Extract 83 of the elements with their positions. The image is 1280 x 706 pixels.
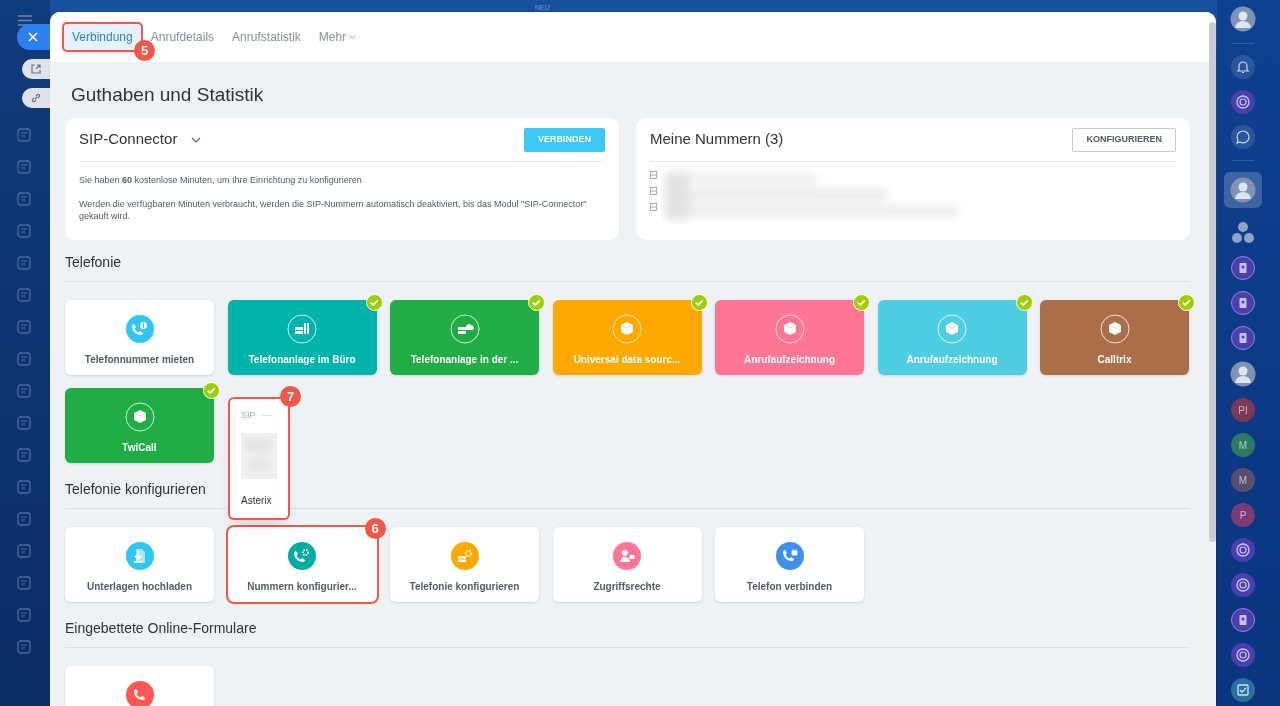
tile-label: Telefonanlage im Büro: [248, 353, 356, 367]
connector-tile[interactable]: Telefonanlage im Büro: [227, 300, 377, 375]
app-icon[interactable]: [17, 128, 31, 142]
app-icon[interactable]: [17, 256, 31, 270]
connector-tile[interactable]: Zugriffsrechte: [552, 527, 702, 602]
server-icon: [287, 314, 317, 344]
connector-tile[interactable]: Telefonie konfigurieren: [390, 527, 539, 602]
sim-icon: [650, 171, 657, 179]
app-icon[interactable]: [17, 512, 31, 526]
app-icon[interactable]: [17, 352, 31, 366]
app-icon[interactable]: [17, 608, 31, 622]
page-title: Guthaben und Statistik: [70, 83, 265, 107]
app-icon[interactable]: [17, 384, 31, 398]
card-title: Meine Nummern (3): [650, 129, 784, 150]
tile-label: Telefonie konfigurieren: [409, 580, 520, 594]
sim-icon: [650, 203, 657, 211]
contact-book-icon[interactable]: [1231, 256, 1255, 280]
app-icon[interactable]: [17, 320, 31, 334]
tab[interactable]: Mehr: [310, 24, 365, 50]
tile-label: Anrufaufzeichnung: [743, 353, 836, 367]
tile-label: Telefonanlage in der ...: [410, 353, 519, 367]
scrollbar[interactable]: [1209, 22, 1216, 542]
connector-tile[interactable]: Telefon verbinden: [715, 527, 864, 602]
popup-title: SIP: [241, 409, 256, 422]
step-badge: 5: [134, 40, 155, 61]
contact-book-icon[interactable]: [1231, 326, 1255, 350]
app-icon[interactable]: [17, 160, 31, 174]
tile-label: Calltrix: [1097, 353, 1132, 367]
connector-tile[interactable]: TwiCall: [65, 388, 214, 463]
step-badge: 6: [364, 518, 386, 539]
chevron-down-icon[interactable]: [191, 136, 202, 143]
info-text: Werden die verfügbaren Minuten verbraucht, werden die SIP-Nummern automatisch deaktiviert, bis das Modul "SIP-Connector" gekauft wird.: [79, 197, 588, 222]
cloud-server-icon: [449, 314, 480, 344]
link-icon: [31, 93, 41, 103]
tile-label: Telefon verbinden: [746, 580, 833, 594]
connector-tile[interactable]: Calltrix: [1040, 300, 1189, 375]
cube-icon: [937, 314, 967, 344]
info-text: Sie haben 60 kostenlose Minuten, um Ihre Einrichtung zu konfigurieren: [79, 174, 363, 187]
tile-label: Nummern konfigurier...: [247, 580, 357, 594]
cube-icon: [774, 314, 805, 344]
app-icon[interactable]: [17, 224, 31, 238]
close-icon: [28, 32, 38, 42]
section-heading: Telefonie: [65, 253, 123, 272]
app-icon[interactable]: [17, 544, 31, 558]
contact-book-icon[interactable]: [1231, 608, 1255, 632]
tile-label: Telefonnummer mieten: [84, 353, 195, 367]
tab[interactable]: Verbindung: [64, 24, 141, 50]
connector-tile[interactable]: Telefonanlage in der ...: [390, 300, 539, 375]
tile-label: TwiCall: [122, 441, 157, 455]
tab[interactable]: Anrufstatistik: [224, 24, 309, 50]
app-icon[interactable]: [17, 448, 31, 462]
open-in-new-window-button[interactable]: [22, 59, 50, 79]
tile-label: Anrufaufzeichnung: [906, 353, 998, 367]
cube-icon: [1099, 314, 1130, 344]
cube-icon: [124, 402, 155, 432]
group-avatar-icon[interactable]: [1230, 219, 1256, 245]
connector-tile[interactable]: Unterlagen hochladen: [65, 527, 214, 602]
tile-label: Unterlagen hochladen: [87, 580, 192, 594]
app-icon[interactable]: [17, 576, 31, 590]
tile-label: Universal data sourc...: [573, 353, 681, 367]
cube-icon: [612, 314, 642, 344]
connector-tile[interactable]: Telefonnummer mieten: [65, 300, 214, 375]
task-icon[interactable]: [1231, 678, 1255, 702]
external-link-icon: [31, 64, 41, 74]
asterix-option[interactable]: Asterix: [241, 492, 277, 508]
sim-icon: [650, 187, 657, 195]
avatar[interactable]: [1230, 6, 1256, 32]
section-heading: Eingebettete Online-Formulare: [65, 619, 258, 638]
copy-link-button[interactable]: [22, 88, 50, 108]
contact-book-icon[interactable]: [1231, 291, 1255, 315]
app-icon[interactable]: [17, 640, 31, 654]
connector-tile[interactable]: Anrufaufzeichnung: [715, 300, 864, 375]
app-icon[interactable]: [17, 480, 31, 494]
app-icon[interactable]: [17, 288, 31, 302]
chat-icon[interactable]: [1231, 125, 1255, 149]
app-icon[interactable]: [17, 416, 31, 430]
avatar[interactable]: [1230, 177, 1256, 203]
avatar[interactable]: [1230, 361, 1256, 387]
tile-label: Zugriffsrechte: [593, 580, 661, 594]
bell-icon[interactable]: [1231, 55, 1255, 79]
app-icon[interactable]: [17, 192, 31, 206]
configure-button[interactable]: KONFIGURIEREN: [1072, 127, 1176, 152]
card-title: SIP-Connector: [79, 129, 178, 150]
